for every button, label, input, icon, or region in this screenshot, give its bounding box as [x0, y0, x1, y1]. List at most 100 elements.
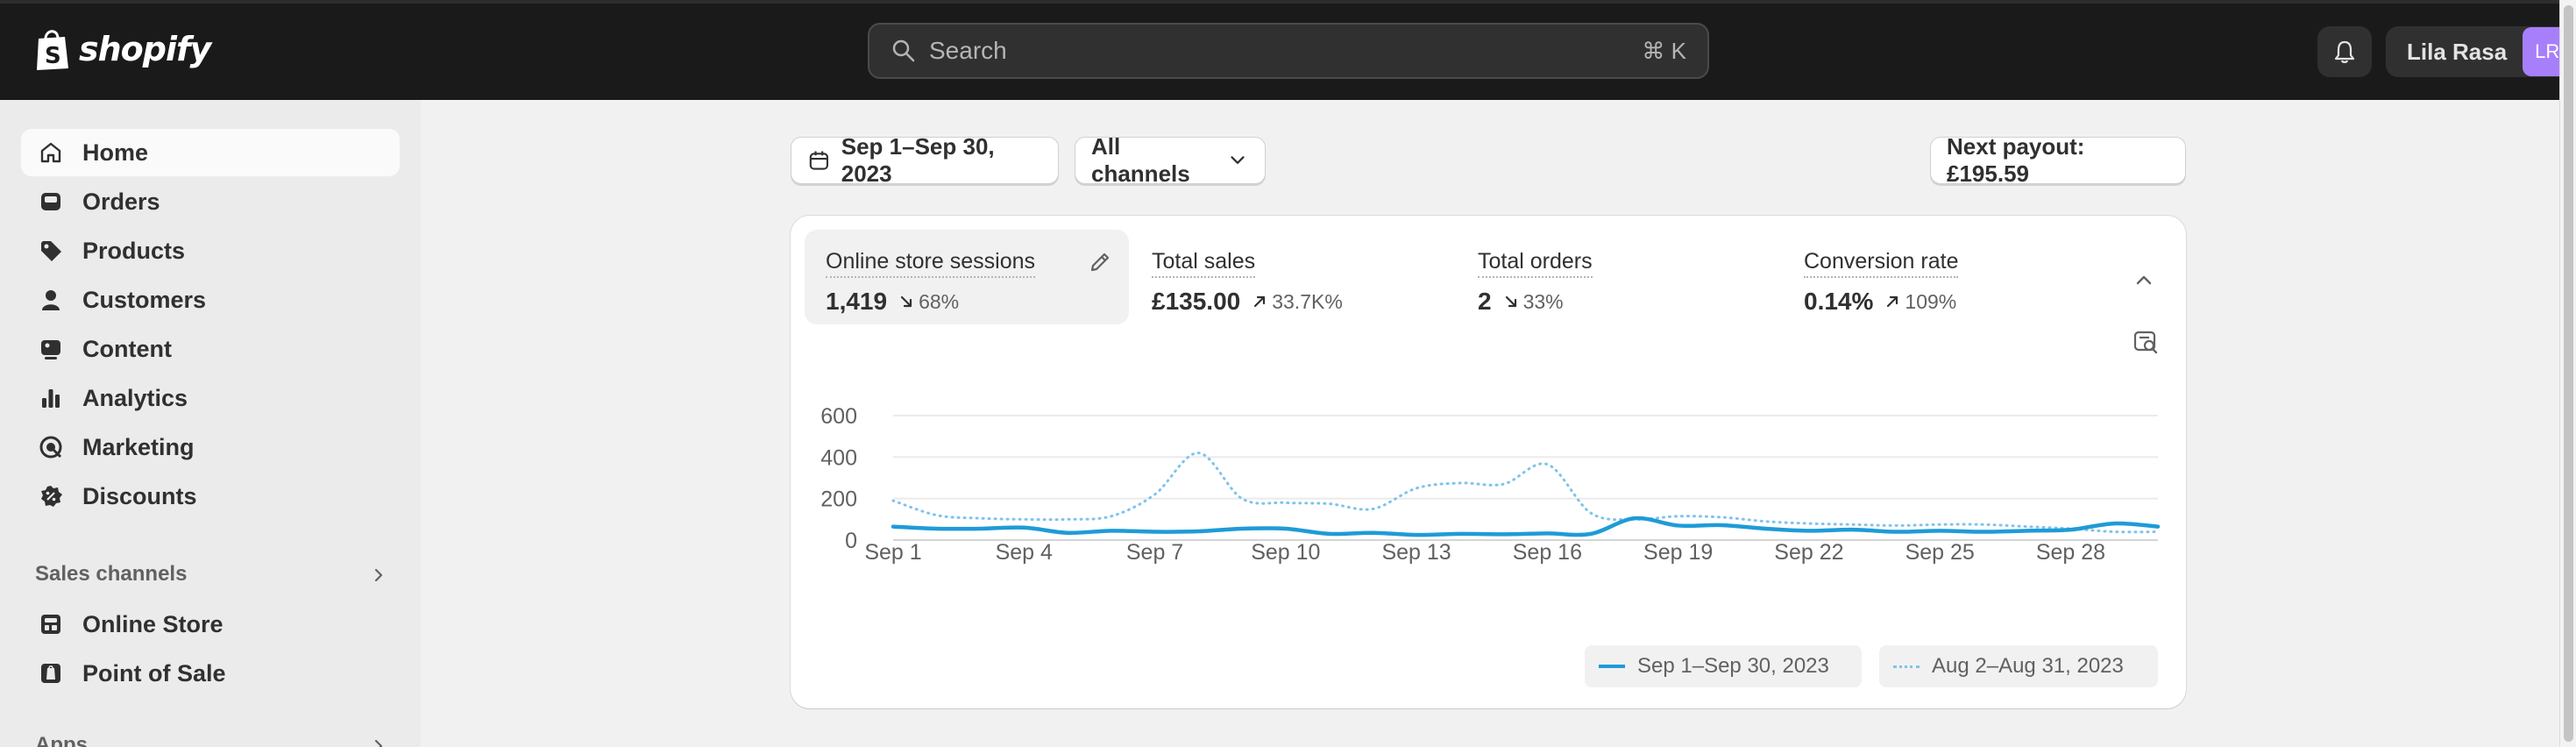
sidebar-item-label: Online Store — [82, 610, 224, 637]
metric-title: Total orders — [1478, 249, 1593, 278]
image-icon — [41, 340, 60, 359]
arrow-up-right-icon — [1887, 295, 1898, 308]
y-tick-label: 600 — [820, 404, 857, 429]
shopify-logo[interactable]: S shopify — [33, 26, 211, 72]
store-icon — [41, 615, 60, 634]
apps-title[interactable]: Apps — [35, 733, 88, 747]
sidebar-item-label: Products — [82, 237, 186, 264]
metric-conversion-rate[interactable]: Conversion rate 0.14% 109% — [1783, 230, 2107, 324]
top-accent-strip — [0, 0, 2576, 4]
sidebar-item-home[interactable]: Home — [21, 129, 400, 176]
sidebar-item-customers[interactable]: Customers — [21, 276, 400, 324]
metric-title: Conversion rate — [1804, 249, 1959, 278]
chevron-up-icon[interactable] — [2132, 268, 2156, 293]
sidebar-item-label: Home — [82, 139, 149, 166]
series-line-previous — [891, 452, 2160, 534]
legend-swatch-solid — [1599, 665, 1625, 668]
svg-text:S: S — [45, 43, 61, 69]
sidebar-item-label: Discounts — [82, 482, 197, 509]
metric-value: £135.00 — [1152, 288, 1241, 315]
metric-change-value: 68% — [919, 289, 960, 313]
sidebar-item-label: Content — [82, 335, 172, 362]
series-line-current — [891, 516, 2161, 537]
target-icon — [39, 436, 62, 459]
metric-change-value: 33.7K% — [1272, 289, 1343, 313]
sidebar-item-label: Point of Sale — [82, 659, 226, 687]
shopping-bag-icon: S — [37, 30, 68, 70]
legend-item-current[interactable]: Sep 1–Sep 30, 2023 — [1585, 645, 1862, 687]
person-icon — [42, 290, 60, 310]
sidebar-item-label: Customers — [82, 286, 207, 313]
metric-change: 33.7K% — [1253, 290, 1343, 314]
sidebar: Home Orders Products Customers Content A… — [0, 100, 421, 747]
x-tick-label: Sep 25 — [1905, 540, 1975, 565]
sidebar-item-online-store[interactable]: Online Store — [21, 601, 400, 648]
discount-icon — [41, 486, 62, 507]
channels-filter-button[interactable]: All channels — [1075, 133, 1266, 187]
metric-value: 1,419 — [826, 288, 888, 315]
search-input[interactable]: Search ⌘ K — [868, 23, 1709, 79]
next-payout-label: Next payout: £195.59 — [1947, 133, 2085, 187]
sales-channels-title[interactable]: Sales channels — [35, 562, 187, 587]
x-tick-label: Sep 22 — [1774, 540, 1843, 565]
x-tick-label: Sep 1 — [864, 540, 921, 565]
x-tick-label: Sep 4 — [996, 540, 1053, 565]
date-range-button[interactable]: Sep 1–Sep 30, 2023 — [791, 133, 1059, 187]
date-range-label: Sep 1–Sep 30, 2023 — [841, 133, 995, 187]
sidebar-item-label: Orders — [82, 188, 160, 215]
brand-name: shopify — [79, 30, 211, 68]
arrow-up-right-icon — [1254, 295, 1266, 308]
metric-value: 2 — [1478, 288, 1492, 315]
x-tick-label: Sep 10 — [1251, 540, 1320, 565]
metric-value: 0.14% — [1804, 288, 1874, 315]
scrollbar-thumb[interactable] — [2564, 5, 2573, 742]
sidebar-item-analytics[interactable]: Analytics — [21, 374, 400, 422]
metric-change-value: 109% — [1905, 289, 1957, 313]
bell-icon — [2334, 40, 2355, 63]
x-tick-label: Sep 28 — [2036, 540, 2105, 565]
sidebar-item-label: Marketing — [82, 433, 195, 460]
user-menu[interactable]: Lila Rasa LR — [2386, 26, 2576, 77]
metric-change: 68% — [899, 290, 959, 314]
sidebar-item-marketing[interactable]: Marketing — [21, 423, 400, 471]
arrow-down-right-icon — [900, 295, 912, 308]
calendar-icon — [809, 151, 828, 170]
sidebar-item-content[interactable]: Content — [21, 325, 400, 373]
legend-label: Sep 1–Sep 30, 2023 — [1637, 654, 1829, 678]
notifications-button[interactable] — [2317, 26, 2372, 77]
x-tick-label: Sep 19 — [1643, 540, 1713, 565]
metric-total-orders[interactable]: Total orders 2 33% — [1457, 230, 1781, 324]
home-icon — [40, 142, 61, 163]
search-shortcut: ⌘ K — [1642, 37, 1686, 64]
legend-swatch-dotted — [1893, 665, 1920, 668]
x-tick-label: Sep 13 — [1381, 540, 1451, 565]
analytics-card: Online store sessions 1,419 68% Total sa… — [791, 216, 2186, 708]
metric-change: 109% — [1885, 290, 1956, 314]
sidebar-item-discounts[interactable]: Discounts — [21, 473, 400, 520]
sidebar-item-point-of-sale[interactable]: Point of Sale — [21, 650, 400, 697]
y-tick-label: 200 — [820, 487, 857, 512]
user-name: Lila Rasa — [2407, 38, 2508, 65]
pos-icon — [41, 664, 60, 683]
y-tick-label: 400 — [820, 445, 857, 470]
chevron-right-icon[interactable] — [368, 565, 389, 586]
x-tick-label: Sep 16 — [1513, 540, 1582, 565]
page-scrollbar[interactable] — [2559, 0, 2576, 747]
pencil-icon[interactable] — [1087, 249, 1113, 275]
legend-label: Aug 2–Aug 31, 2023 — [1932, 654, 2124, 678]
next-payout-button[interactable]: Next payout: £195.59 — [1930, 133, 2186, 187]
sidebar-item-products[interactable]: Products — [21, 227, 400, 274]
chevron-down-icon — [1231, 156, 1245, 164]
metric-title: Online store sessions — [826, 249, 1036, 278]
chevron-right-icon[interactable] — [368, 736, 389, 747]
legend-item-previous[interactable]: Aug 2–Aug 31, 2023 — [1879, 645, 2158, 687]
top-bar: S shopify Search ⌘ K Lila Rasa LR — [0, 0, 2576, 100]
search-icon — [892, 39, 915, 62]
metric-total-sales[interactable]: Total sales £135.00 33.7K% — [1131, 230, 1455, 324]
channels-filter-label: All channels — [1091, 133, 1190, 187]
bar-chart-icon — [42, 389, 60, 408]
metric-online-store-sessions[interactable]: Online store sessions 1,419 68% — [805, 230, 1129, 324]
sidebar-item-orders[interactable]: Orders — [21, 178, 400, 225]
y-tick-label: 0 — [845, 529, 857, 553]
x-tick-label: Sep 7 — [1126, 540, 1183, 565]
